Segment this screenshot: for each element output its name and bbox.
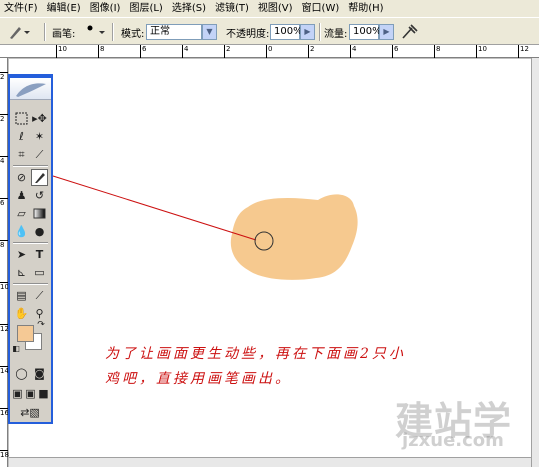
eraser-tool-icon[interactable]: ▱ [13,205,30,222]
screen-mode-full-icon[interactable]: ■ [37,385,50,402]
brush-tool-icon[interactable] [31,169,48,186]
gradient-tool-icon[interactable] [31,205,48,222]
type-tool-icon[interactable]: T [31,246,48,263]
lasso-tool-icon[interactable]: ℓ [13,128,30,145]
magic-wand-tool-icon[interactable]: ✶ [31,128,48,145]
toolbox-separator [13,242,48,244]
screen-mode-standard-icon[interactable]: ▣ [11,385,24,402]
slice-tool-icon[interactable]: ⟋ [31,146,48,163]
notes-tool-icon[interactable]: ▤ [13,287,30,304]
swap-colors-icon[interactable]: ↷ [36,320,46,330]
toolbox: ▸✥ ℓ ✶ ⌗ ⟋ ⊘ ♟ ↺ ▱ 💧 ● ➤ T ⊾ ▭ ▤ ⟋ ✋ ⚲ ↷… [8,74,53,424]
blur-tool-icon[interactable]: 💧 [13,223,30,240]
foreground-color-swatch[interactable] [17,325,34,342]
callout-line [52,175,257,241]
jump-to-imageready-icon[interactable]: ⇄▧ [13,404,47,421]
toolbox-separator [13,283,48,285]
standard-mode-icon[interactable]: ◯ [13,365,30,382]
eyedropper-tool-icon[interactable]: ⟋ [31,287,48,304]
annotation-line-2: 鸡吧，直接用画笔画出。 [105,371,292,387]
marquee-tool-icon[interactable] [13,110,30,127]
annotation-line-1: 为了让画面更生动些，再在下面画2只小 [105,346,406,362]
path-selection-tool-icon[interactable]: ➤ [13,246,30,263]
history-brush-tool-icon[interactable]: ↺ [31,187,48,204]
move-tool-icon[interactable]: ▸✥ [31,110,48,127]
toolbox-header[interactable] [10,78,51,100]
crop-tool-icon[interactable]: ⌗ [13,146,30,163]
watermark-url: jzxue.com [402,430,504,451]
default-colors-icon[interactable]: ◧ [11,343,21,353]
healing-brush-tool-icon[interactable]: ⊘ [13,169,30,186]
vertical-scrollbar[interactable] [531,58,539,467]
toolbox-separator [13,165,48,167]
clone-stamp-tool-icon[interactable]: ♟ [13,187,30,204]
pen-tool-icon[interactable]: ⊾ [13,264,30,281]
hand-tool-icon[interactable]: ✋ [13,305,30,322]
feather-logo-icon [16,83,46,97]
screen-mode-full-menu-icon[interactable]: ▣ [24,385,37,402]
dodge-tool-icon[interactable]: ● [31,223,48,240]
quick-mask-mode-icon[interactable]: ◙ [31,365,48,382]
painted-blob [230,194,358,280]
shape-tool-icon[interactable]: ▭ [31,264,48,281]
horizontal-scrollbar[interactable] [9,457,531,467]
